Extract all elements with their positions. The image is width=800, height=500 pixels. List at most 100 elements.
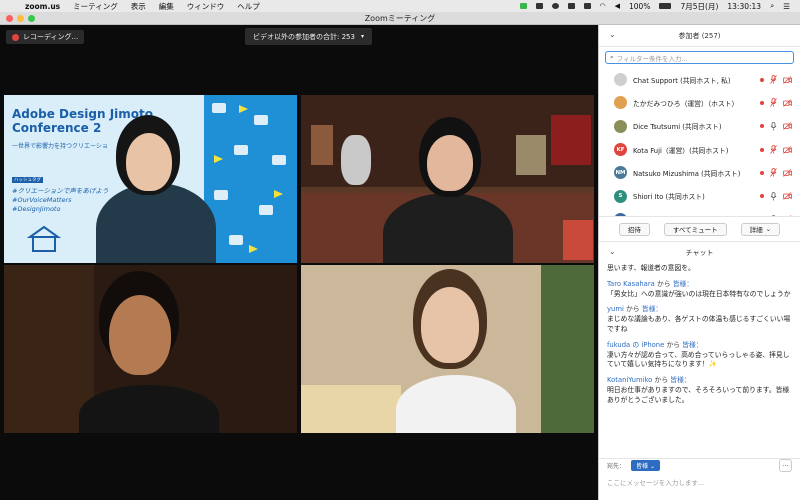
participant-row[interactable]: NM Natsuko Mizushima (共同ホスト) <box>599 161 800 184</box>
menubar-time[interactable]: 13:30:13 <box>727 2 761 11</box>
avatar: NM <box>614 166 627 180</box>
participants-header: ⌄ 参加者 (257) <box>599 25 800 47</box>
line-icon[interactable] <box>519 3 527 9</box>
mic-muted-icon[interactable] <box>770 168 777 178</box>
participant-name: Dice Tsutsumi (共同ホスト) <box>633 123 722 132</box>
video-off-icon[interactable] <box>783 145 792 154</box>
slide-subtitle: 一世界で影響力を持つクリエーショ <box>12 143 108 150</box>
more-options-button[interactable]: 詳細 ⌄ <box>740 222 781 236</box>
mic-muted-icon[interactable] <box>770 145 777 154</box>
recording-icon <box>760 100 764 105</box>
mic-muted-icon[interactable] <box>770 75 777 84</box>
recording-icon <box>760 194 764 199</box>
video-gallery: レコーディング... ビデオ以外の参加者の合計: 253 ▾ Adobe Des… <box>0 25 598 500</box>
chat-more-button[interactable]: ··· <box>779 459 792 472</box>
window-titlebar: Zoomミーティング <box>0 12 800 25</box>
chat-recipient: 皆様： <box>641 305 663 314</box>
zoom-window-button[interactable] <box>28 15 35 22</box>
menu-meeting[interactable]: ミーティング <box>73 1 118 12</box>
chat-messages[interactable]: 思います、報道者の意図を。 Taro Kasahara から 皆様： 「男女比」… <box>599 264 800 459</box>
slide-title-line1: Adobe Design Jimoto <box>12 107 153 121</box>
speaker-2-body <box>383 193 513 263</box>
video-off-icon[interactable] <box>783 99 792 107</box>
recording-icon <box>760 124 764 129</box>
menu-edit[interactable]: 編集 <box>159 1 174 12</box>
video-off-icon[interactable] <box>783 192 792 200</box>
participant-row[interactable]: Dice Tsutsumi (共同ホスト) <box>599 115 800 138</box>
menu-window[interactable]: ウィンドウ <box>187 1 225 12</box>
chat-message-text: まじめな議論もあり、各ゲストの体温も感じるすごくいい場ですね <box>607 315 791 333</box>
participants-list: Chat Support (共同ホスト, 私) たかだみつひろ（運営）（ホスト） <box>599 68 800 216</box>
volume-icon[interactable]: ◀ <box>615 2 620 10</box>
room-object-1 <box>311 125 333 165</box>
wifi-icon[interactable]: ◠ <box>600 2 606 10</box>
chat-sender[interactable]: yumi <box>607 305 624 313</box>
speaker-4-face <box>421 287 479 363</box>
chat-sender[interactable]: KotaniYumiko <box>607 376 652 384</box>
slide-pattern <box>212 103 286 253</box>
chat-sender[interactable]: Taro Kasahara <box>607 280 655 288</box>
timer-icon[interactable] <box>551 3 559 9</box>
video-tile-speaker-4[interactable] <box>301 265 594 433</box>
plant-background <box>541 265 594 433</box>
chat-message-input[interactable]: ここにメッセージを入力します... <box>607 477 704 487</box>
mic-muted-icon[interactable] <box>770 98 777 108</box>
participant-name: Shiori Ito (共同ホスト) <box>633 193 705 202</box>
chat-message: yumi から 皆様： まじめな議論もあり、各ゲストの体温も感じるすごくいい場で… <box>607 305 792 334</box>
mute-all-button[interactable]: すべてミュート <box>663 222 727 236</box>
minimize-window-button[interactable] <box>17 15 24 22</box>
participant-row[interactable]: Chat Support (共同ホスト, 私) <box>599 68 800 91</box>
menubar-app-name[interactable]: zoom.us <box>25 2 60 11</box>
participant-row[interactable]: たかだみつひろ（運営）（ホスト） <box>599 91 800 114</box>
invite-button[interactable]: 招待 <box>618 222 650 236</box>
hashtag-1: #クリエーションで声をあげよう <box>12 187 109 195</box>
participant-row[interactable]: S Shiori Ito (共同ホスト) <box>599 184 800 207</box>
chat-message-text: 凄い方々が認め合って、高め合っていらっしゃる姿、拝見していて嬉しい気持ちになりま… <box>607 350 790 369</box>
participant-row[interactable]: ST SHIORI TAKEI (共同ホスト) <box>599 208 800 216</box>
participant-name: SHIORI TAKEI (共同ホスト) <box>633 214 754 216</box>
participant-name: Kota Fuji（運営）(共同ホスト) <box>633 146 729 155</box>
video-tile-speaker-3[interactable] <box>4 265 297 433</box>
speaker-4-body <box>396 375 516 433</box>
video-off-icon[interactable] <box>783 169 792 177</box>
status-icon[interactable] <box>535 3 543 9</box>
video-off-icon[interactable] <box>783 122 792 131</box>
control-center-icon[interactable]: ☰ <box>783 2 790 11</box>
send-to-selector[interactable]: 皆様 ⌄ <box>631 460 660 471</box>
mic-icon[interactable] <box>770 215 777 216</box>
participant-row[interactable]: KF Kota Fuji（運営）(共同ホスト) <box>599 138 800 161</box>
chat-send-to-row: 宛先： 皆様 ⌄ <box>599 458 800 472</box>
mic-icon[interactable] <box>770 191 777 201</box>
chevron-down-icon[interactable]: ⌄ <box>609 30 616 39</box>
search-icon: ⌕ <box>610 53 614 61</box>
chat-title: チャット <box>685 249 714 257</box>
slide-pattern-panel <box>204 95 297 263</box>
menu-view[interactable]: 表示 <box>131 1 146 12</box>
avatar <box>614 119 627 133</box>
chat-sender[interactable]: fukuda の iPhone <box>607 341 664 349</box>
menu-help[interactable]: ヘルプ <box>237 1 260 12</box>
recording-badge[interactable]: レコーディング... <box>6 30 85 44</box>
participant-count-badge[interactable]: ビデオ以外の参加者の合計: 253 ▾ <box>245 28 372 45</box>
recording-icon <box>760 77 764 82</box>
search-icon[interactable]: ⌕ <box>770 1 774 11</box>
video-tile-speaker-2[interactable] <box>301 95 594 263</box>
slide-title: Adobe Design Jimoto Conference 2 <box>12 107 212 135</box>
mic-icon[interactable] <box>770 121 777 131</box>
participant-filter-input[interactable]: ⌕ フィルター条件を入力... <box>605 51 794 64</box>
avatar: S <box>614 189 627 203</box>
battery-icon[interactable] <box>659 3 672 9</box>
chat-from-word: から <box>666 340 681 349</box>
chat-message: fukuda の iPhone から 皆様： 凄い方々が認め合って、高め合ってい… <box>607 341 792 370</box>
video-off-icon[interactable] <box>783 215 792 216</box>
hashtag-3: #DesignJimoto <box>12 205 61 213</box>
display-icon[interactable] <box>567 3 575 9</box>
close-window-button[interactable] <box>6 15 13 22</box>
slide-title-line2: Conference 2 <box>12 121 102 135</box>
video-tile-speaker-1[interactable]: Adobe Design Jimoto Conference 2 一世界で影響力… <box>4 95 297 263</box>
bluetooth-icon[interactable] <box>583 3 591 9</box>
chevron-down-icon[interactable]: ⌄ <box>609 247 616 256</box>
participants-actions: 招待 すべてミュート 詳細 ⌄ <box>599 216 800 242</box>
chevron-down-icon: ▾ <box>360 33 364 40</box>
video-off-icon[interactable] <box>783 75 792 84</box>
